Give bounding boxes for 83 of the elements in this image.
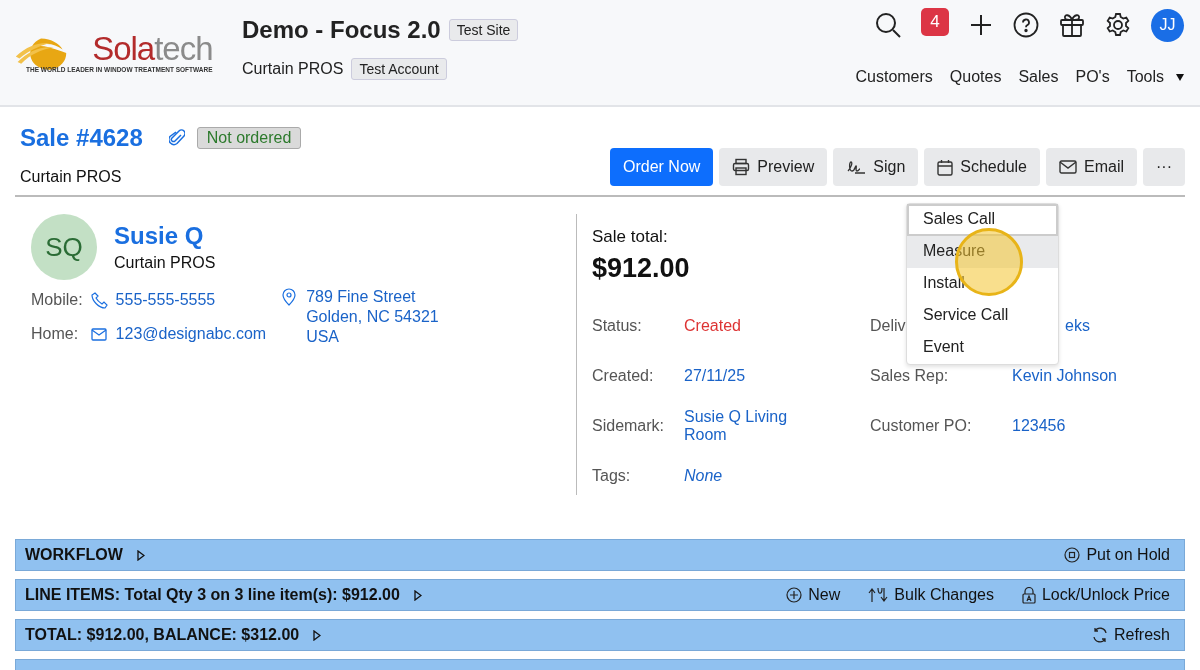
field-label: Deliv <box>870 317 906 335</box>
action-button[interactable]: Sign <box>833 148 919 186</box>
site-title: Demo - Focus 2.0 <box>242 16 441 44</box>
calendar-icon <box>937 158 954 176</box>
phone-icon <box>90 291 108 309</box>
action-button[interactable]: Email <box>1046 148 1137 186</box>
company-name: Curtain PROS <box>20 168 123 186</box>
expand-icon[interactable] <box>413 589 422 601</box>
notifications-button[interactable]: 4 <box>921 8 949 36</box>
section-title[interactable]: TOTAL: $912.00, BALANCE: $312.00 <box>25 626 300 644</box>
gift-icon[interactable] <box>1059 12 1085 38</box>
field-value[interactable]: Kevin Johnson <box>1012 367 1132 385</box>
section-action[interactable]: Lock/Unlock Price <box>1021 586 1170 604</box>
customer-company: Curtain PROS <box>114 254 216 272</box>
expand-icon[interactable] <box>136 549 145 561</box>
site-badge: Test Site <box>448 19 519 41</box>
field-value[interactable]: 27/11/25 <box>684 367 804 385</box>
mobile-label: Mobile: <box>31 291 83 309</box>
address-line[interactable]: Golden, NC 54321 <box>306 308 439 326</box>
mail-icon <box>1059 160 1077 174</box>
refresh-icon <box>1091 627 1108 643</box>
section-bar[interactable]: TOTAL: $912.00, BALANCE: $312.00 Refresh <box>15 619 1185 651</box>
section-action[interactable]: Refresh <box>1091 626 1170 644</box>
field-label: Tags: <box>592 467 631 485</box>
section-title[interactable]: WORKFLOW <box>25 546 123 564</box>
nav-link[interactable]: Sales <box>1018 68 1059 86</box>
field-label: Status: <box>592 317 642 335</box>
nav-link[interactable]: Customers <box>855 68 933 86</box>
menu-item[interactable]: Event <box>907 332 1058 364</box>
customer-avatar: SQ <box>31 214 97 280</box>
field-label: Sales Rep: <box>870 367 949 385</box>
section-action[interactable]: New <box>786 586 841 604</box>
section-title[interactable]: LINE ITEMS: Total Qty 3 on 3 line item(s): $912.00 <box>25 586 400 604</box>
caret-icon[interactable] <box>1176 73 1184 81</box>
printer-icon <box>732 158 751 176</box>
customer-name[interactable]: Susie Q <box>114 222 216 250</box>
plus-circle-icon <box>786 587 803 603</box>
menu-item[interactable]: Service Call <box>907 300 1058 332</box>
section-action[interactable]: Bulk Changes <box>868 586 994 604</box>
signature-icon <box>846 159 867 175</box>
more-button[interactable]: ··· <box>1143 148 1185 186</box>
action-button[interactable]: Schedule <box>924 148 1040 186</box>
search-icon[interactable] <box>875 12 901 38</box>
section-action[interactable]: Put on Hold <box>1064 546 1170 564</box>
address-line[interactable]: 789 Fine Street <box>306 288 439 306</box>
status-badge: Not ordered <box>196 127 302 149</box>
field-value: Created <box>684 317 742 335</box>
settings-icon[interactable] <box>1105 12 1131 38</box>
action-button[interactable]: Preview <box>719 148 828 186</box>
paperclip-icon[interactable] <box>168 129 185 147</box>
account-badge: Test Account <box>351 58 447 80</box>
location-pin-icon <box>282 288 297 306</box>
field-value: None <box>684 467 724 485</box>
account-name: Curtain PROS <box>242 60 344 78</box>
phone-link[interactable]: 555-555-5555 <box>115 291 267 309</box>
plus-icon[interactable] <box>969 13 993 37</box>
field-value[interactable]: 123456 <box>1012 417 1132 435</box>
expand-icon[interactable] <box>313 629 322 641</box>
section-bar[interactable]: LINE ITEMS: Total Qty 3 on 3 line item(s): $912.00 New Bulk Changes Lock/Unlock Price <box>15 579 1185 611</box>
home-label: Home: <box>31 325 80 343</box>
stop-circle-icon <box>1064 547 1081 563</box>
order-now-button[interactable]: Order Now <box>610 148 714 186</box>
sale-title: Sale #4628 <box>20 124 143 152</box>
email-link[interactable]: 123@designabc.com <box>115 325 267 343</box>
sale-total-amount: $912.00 <box>592 253 690 284</box>
field-value[interactable]: Susie Q Living Room <box>684 408 804 444</box>
nav-link[interactable]: Tools <box>1126 68 1164 86</box>
field-label: Created: <box>592 367 654 385</box>
arrows-icon <box>868 587 889 603</box>
section-bar[interactable]: WORKFLOW Put on Hold <box>15 539 1185 571</box>
help-icon[interactable] <box>1013 12 1039 38</box>
field-label: Sidemark: <box>592 417 665 435</box>
sale-total-label: Sale total: <box>592 227 668 247</box>
nav-link[interactable]: Quotes <box>949 68 1002 86</box>
menu-item[interactable]: Install <box>907 268 1058 300</box>
menu-item[interactable]: Sales Call <box>907 204 1058 236</box>
user-avatar[interactable]: JJ <box>1151 8 1184 42</box>
lock-icon <box>1021 586 1036 604</box>
address-line[interactable]: USA <box>306 328 439 346</box>
mail-icon <box>90 327 107 341</box>
logo-wordmark: Solatech <box>92 32 213 66</box>
field-label: Customer PO: <box>870 417 972 435</box>
nav-link[interactable]: PO's <box>1075 68 1110 86</box>
